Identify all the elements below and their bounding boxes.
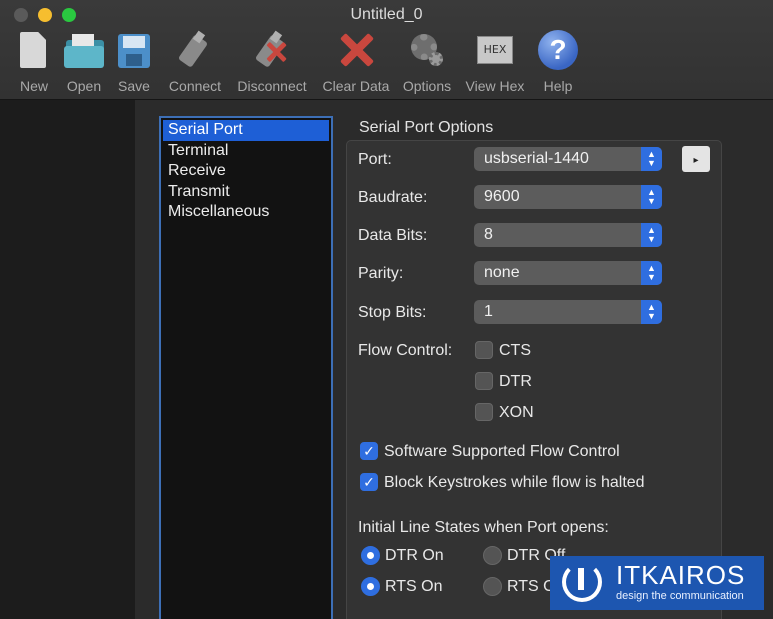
toolbar-save-label: Save [118, 78, 150, 94]
baudrate-select[interactable]: 9600 ▲ ▼ [474, 185, 662, 209]
baudrate-label: Baudrate: [358, 189, 428, 206]
toolbar-clear-data-button[interactable]: Clear Data [320, 30, 392, 94]
select-arrows-icon: ▲ ▼ [641, 147, 662, 171]
toolbar-new-button[interactable]: New [12, 30, 56, 94]
cts-label: CTS [499, 342, 531, 359]
help-icon: ? [536, 30, 580, 74]
toolbar-disconnect-label: Disconnect [237, 78, 307, 94]
left-dark-area [0, 100, 135, 619]
stop-bits-label: Stop Bits: [358, 304, 427, 321]
block-keystrokes-label: Block Keystrokes while flow is halted [384, 474, 645, 491]
dtr-checkbox[interactable] [475, 372, 493, 390]
itkairos-watermark: ITKAIROS design the communication [550, 556, 764, 610]
toolbar-new-label: New [19, 78, 48, 94]
sidebar-item-transmit[interactable]: Transmit [161, 182, 331, 203]
port-label: Port: [358, 151, 392, 168]
rts-on-label: RTS On [385, 578, 443, 595]
dtr-label: DTR [499, 373, 532, 390]
dtr-on-label: DTR On [385, 547, 444, 564]
xon-checkbox[interactable] [475, 403, 493, 421]
watermark-name: ITKAIROS [616, 560, 746, 590]
open-folder-icon [62, 30, 106, 74]
toolbar-clear-data-label: Clear Data [322, 78, 390, 94]
select-arrows-icon: ▲ ▼ [641, 223, 662, 247]
port-more-button[interactable]: ▸ [682, 146, 710, 172]
select-arrows-icon: ▲ ▼ [641, 300, 662, 324]
xon-label: XON [499, 404, 534, 421]
data-bits-label: Data Bits: [358, 227, 428, 244]
sidebar-item-receive[interactable]: Receive [161, 161, 331, 182]
block-keystrokes-checkbox[interactable]: ✓ [360, 473, 378, 491]
new-document-icon [12, 30, 56, 74]
stop-bits-value: 1 [484, 303, 493, 320]
toolbar-open-label: Open [66, 78, 102, 94]
window-title: Untitled_0 [350, 6, 423, 23]
parity-value: none [484, 264, 520, 281]
serial-port-options-title: Serial Port Options [359, 119, 494, 136]
cts-checkbox[interactable] [475, 341, 493, 359]
sidebar-item-serial-port[interactable]: Serial Port [163, 120, 329, 141]
toolbar-options-label: Options [402, 78, 452, 94]
title-toolbar-area: Untitled_0 New Open Save Connect Disconn… [0, 0, 773, 100]
sidebar-item-terminal[interactable]: Terminal [161, 141, 331, 162]
toolbar-save-button[interactable]: Save [112, 30, 156, 94]
parity-label: Parity: [358, 265, 404, 282]
line-states-title: Initial Line States when Port opens: [358, 519, 609, 536]
port-select[interactable]: usbserial-1440 ▲ ▼ [474, 147, 662, 171]
toolbar-connect-label: Connect [168, 78, 222, 94]
gears-icon [405, 30, 449, 74]
toolbar-disconnect-button[interactable]: Disconnect [234, 30, 310, 94]
toolbar-connect-button[interactable]: Connect [166, 30, 224, 94]
toolbar-open-button[interactable]: Open [62, 30, 106, 94]
flow-control-label: Flow Control: [358, 342, 453, 359]
toolbar-options-button[interactable]: Options [400, 30, 454, 94]
software-flow-control-label: Software Supported Flow Control [384, 443, 620, 460]
rts-on-radio[interactable] [361, 577, 380, 596]
clear-x-icon [334, 30, 378, 74]
toolbar-view-hex-label: View Hex [465, 78, 525, 94]
toolbar-help-label: Help [543, 78, 573, 94]
hex-icon: HEX [473, 30, 517, 74]
select-arrows-icon: ▲ ▼ [641, 185, 662, 209]
rts-off-radio[interactable] [483, 577, 502, 596]
stop-bits-select[interactable]: 1 ▲ ▼ [474, 300, 662, 324]
data-bits-select[interactable]: 8 ▲ ▼ [474, 223, 662, 247]
logo-arrow-icon [578, 568, 584, 590]
dtr-off-radio[interactable] [483, 546, 502, 565]
dtr-on-radio[interactable] [361, 546, 380, 565]
sidebar-item-miscellaneous[interactable]: Miscellaneous [161, 202, 331, 223]
toolbar-help-button[interactable]: ? Help [536, 30, 580, 94]
disconnect-plug-icon [250, 30, 294, 74]
settings-category-list[interactable]: Serial Port Terminal Receive Transmit Mi… [159, 116, 333, 619]
port-value: usbserial-1440 [484, 150, 589, 167]
save-disk-icon [112, 30, 156, 74]
connect-plug-icon [173, 30, 217, 74]
software-flow-control-checkbox[interactable]: ✓ [360, 442, 378, 460]
toolbar-view-hex-button[interactable]: HEX View Hex [464, 30, 526, 94]
select-arrows-icon: ▲ ▼ [641, 261, 662, 285]
watermark-tagline: design the communication [616, 590, 744, 602]
baudrate-value: 9600 [484, 188, 520, 205]
data-bits-value: 8 [484, 226, 493, 243]
parity-select[interactable]: none ▲ ▼ [474, 261, 662, 285]
